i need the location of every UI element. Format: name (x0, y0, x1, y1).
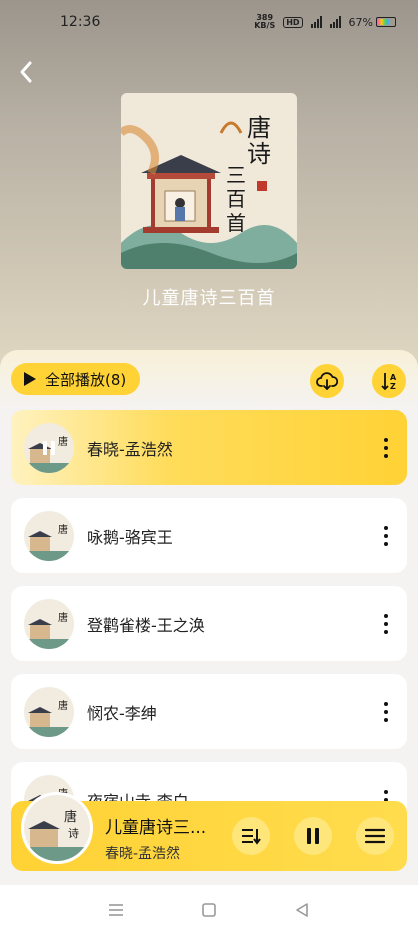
play-all-button[interactable]: 全部播放(8) (11, 363, 141, 395)
song-thumbnail: 唐 (24, 598, 74, 649)
now-playing-cover: 唐 诗 (21, 792, 93, 864)
svg-text:诗: 诗 (68, 826, 79, 840)
pause-icon (43, 440, 55, 455)
song-title: 咏鹅-骆宾王 (87, 527, 173, 547)
more-options-button[interactable] (371, 428, 401, 468)
triangle-back-icon (295, 902, 308, 917)
more-options-button[interactable] (371, 604, 401, 644)
svg-text:Z: Z (390, 382, 396, 391)
menu-icon (365, 828, 385, 844)
svg-text:唐: 唐 (64, 809, 77, 825)
pause-icon (307, 828, 319, 844)
signal-icon (329, 16, 341, 28)
menu-lines-icon (109, 903, 124, 916)
song-row[interactable]: 唐 悯农-李绅 (11, 674, 407, 749)
signal-icon (310, 16, 322, 28)
clock: 12:36 (60, 14, 101, 30)
system-nav-bar (0, 885, 418, 934)
battery-icon (376, 17, 396, 27)
thumbnail-image: 唐 (24, 510, 74, 561)
back-nav-button[interactable] (282, 890, 322, 930)
song-title: 登鹳雀楼-王之涣 (87, 615, 205, 635)
chevron-left-icon (20, 61, 32, 83)
cloud-download-icon (316, 372, 338, 390)
svg-text:A: A (390, 373, 397, 382)
song-row[interactable]: 唐 登鹳雀楼-王之涣 (11, 586, 407, 661)
play-icon (24, 372, 36, 386)
square-icon (202, 902, 216, 917)
back-button[interactable] (12, 56, 40, 88)
more-options-button[interactable] (371, 516, 401, 556)
song-title: 悯农-李绅 (87, 703, 157, 723)
song-row-active[interactable]: 唐 春晓-孟浩然 (11, 410, 407, 485)
cover-calligraphy: 唐 诗 (247, 114, 271, 168)
thumbnail-image: 唐 (24, 598, 74, 649)
mini-player[interactable]: 唐 诗 儿童唐诗三... 春晓-孟浩然 (11, 792, 407, 871)
thumbnail-image: 唐 (24, 686, 74, 737)
song-thumbnail: 唐 (24, 686, 74, 737)
svg-text:唐: 唐 (58, 523, 68, 536)
now-playing-title: 儿童唐诗三... (105, 818, 207, 838)
sort-button[interactable]: A Z (372, 364, 406, 398)
hd-badge: HD (283, 16, 303, 28)
now-playing-subtitle: 春晓-孟浩然 (105, 846, 181, 862)
red-seal (257, 181, 267, 191)
home-button[interactable] (189, 890, 229, 930)
download-button[interactable] (310, 364, 344, 398)
svg-text:唐: 唐 (58, 611, 68, 624)
battery-indicator: 67% (349, 16, 396, 29)
song-title: 春晓-孟浩然 (87, 439, 173, 459)
song-row[interactable]: 唐 咏鹅-骆宾王 (11, 498, 407, 573)
network-speed: 389 KB/S (254, 13, 276, 30)
album-title: 儿童唐诗三百首 (142, 288, 276, 309)
recent-apps-button[interactable] (96, 890, 136, 930)
cover-calligraphy-2: 三 百 首 (226, 163, 246, 235)
album-cover: 唐 诗 三 百 首 (121, 93, 297, 269)
status-bar: 12:36 389 KB/S HD 67% (0, 0, 418, 44)
menu-button[interactable] (356, 817, 394, 855)
sort-icon: A Z (381, 373, 397, 391)
pause-overlay (24, 423, 74, 473)
more-options-button[interactable] (371, 692, 401, 732)
svg-text:唐: 唐 (58, 699, 68, 712)
song-thumbnail: 唐 (24, 422, 74, 473)
playlist-button[interactable] (232, 817, 270, 855)
song-thumbnail: 唐 (24, 510, 74, 561)
pause-button[interactable] (294, 817, 332, 855)
now-playing-image: 唐 诗 (24, 795, 90, 861)
playlist-icon (242, 829, 261, 845)
